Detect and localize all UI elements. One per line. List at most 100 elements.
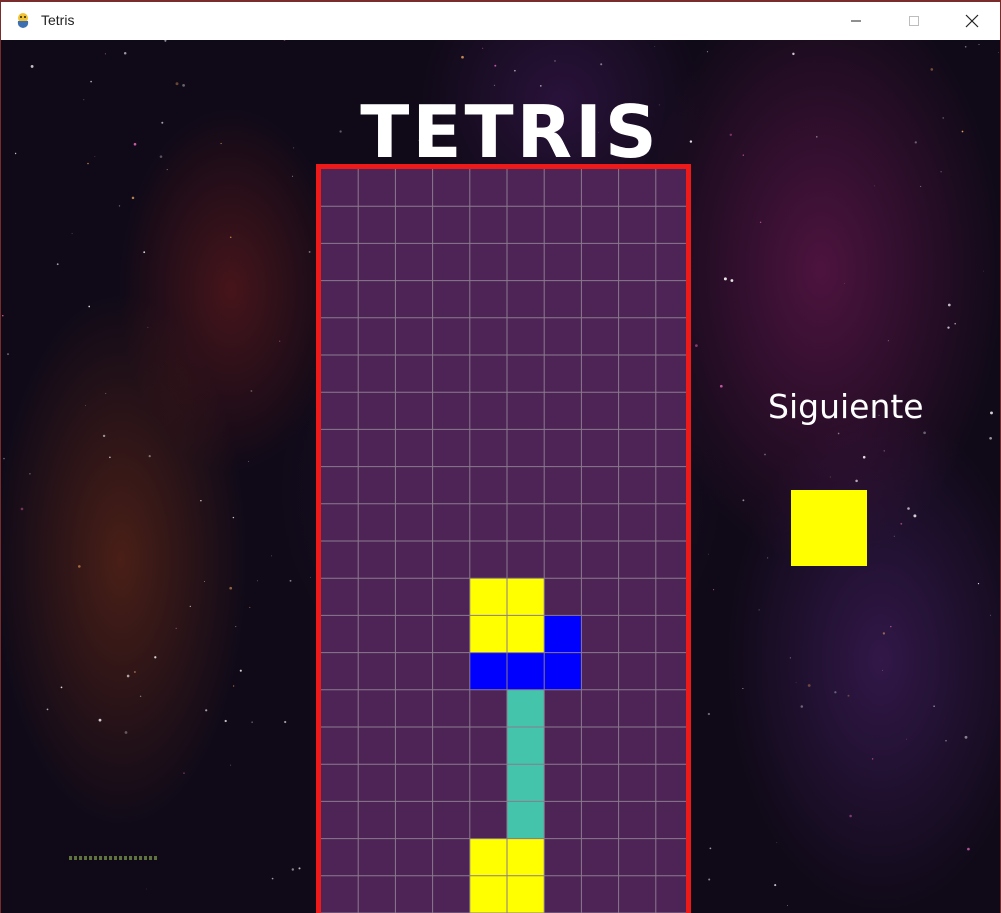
star — [855, 479, 858, 483]
board-block — [544, 652, 582, 690]
star — [298, 867, 301, 870]
star — [232, 685, 235, 687]
board-block — [507, 615, 545, 653]
star — [707, 553, 709, 555]
star — [30, 64, 34, 68]
star — [983, 270, 985, 272]
star — [200, 500, 202, 502]
star — [890, 625, 892, 628]
star — [131, 196, 135, 200]
star — [713, 589, 715, 591]
star — [807, 684, 811, 687]
star — [758, 609, 760, 611]
star — [251, 721, 253, 723]
star — [283, 40, 286, 41]
star — [843, 283, 845, 285]
star — [166, 169, 168, 171]
game-title: TETRIS — [360, 90, 660, 174]
star — [139, 695, 142, 698]
star — [271, 877, 274, 880]
star — [248, 461, 250, 462]
star — [109, 456, 111, 459]
next-piece-block — [791, 490, 867, 566]
minimize-icon — [851, 20, 861, 22]
star — [90, 80, 92, 83]
next-piece-preview — [791, 490, 867, 566]
next-piece-label: Siguiente — [768, 387, 924, 426]
star — [998, 52, 999, 53]
maximize-button[interactable] — [885, 2, 943, 40]
star — [230, 764, 232, 766]
star — [923, 431, 926, 435]
star — [871, 758, 874, 760]
star — [143, 251, 146, 254]
star — [990, 411, 993, 415]
star — [126, 674, 130, 678]
star — [554, 60, 556, 62]
star — [88, 305, 91, 308]
star — [930, 68, 934, 71]
star — [967, 847, 970, 851]
star — [249, 606, 251, 608]
star — [175, 627, 177, 630]
star — [654, 46, 656, 48]
star — [310, 576, 311, 578]
star — [279, 340, 281, 342]
star — [906, 738, 907, 740]
star — [837, 432, 840, 435]
game-canvas[interactable]: TETRIS Siguiente — [1, 40, 1000, 913]
pygame-snake-icon — [17, 13, 29, 28]
star — [600, 63, 603, 66]
star — [175, 82, 179, 86]
star — [947, 326, 950, 329]
star — [920, 185, 922, 187]
star — [787, 904, 789, 906]
star — [123, 52, 127, 55]
star — [229, 586, 233, 590]
close-button[interactable] — [943, 2, 1001, 40]
star — [46, 708, 49, 711]
star — [98, 718, 102, 722]
star — [20, 507, 24, 511]
board-block — [469, 578, 507, 616]
star — [232, 516, 235, 519]
board-block — [507, 652, 545, 690]
star — [514, 69, 516, 72]
star — [539, 85, 542, 87]
minimize-button[interactable] — [827, 2, 885, 40]
star — [183, 772, 185, 774]
board-block — [507, 727, 545, 765]
board-block — [507, 801, 545, 839]
tetris-board[interactable] — [316, 164, 691, 913]
background-decoration — [69, 856, 159, 860]
window-title: Tetris — [41, 12, 75, 28]
star — [146, 888, 147, 890]
star — [709, 847, 712, 850]
star — [849, 814, 852, 818]
star — [795, 681, 797, 683]
star — [494, 64, 497, 67]
star — [118, 205, 121, 207]
star — [764, 453, 766, 456]
star — [759, 221, 762, 224]
star — [900, 522, 903, 525]
star — [723, 277, 727, 281]
star — [271, 555, 272, 557]
star — [235, 626, 237, 628]
star — [102, 434, 106, 438]
star — [719, 384, 723, 388]
star — [308, 250, 311, 253]
star — [7, 353, 9, 356]
title-bar[interactable]: Tetris — [1, 2, 1000, 40]
board-block — [469, 875, 507, 913]
star — [874, 185, 875, 187]
star — [124, 731, 128, 734]
board-block — [507, 875, 545, 913]
star — [493, 84, 496, 87]
star — [77, 565, 81, 568]
star — [742, 687, 744, 690]
star — [947, 303, 951, 307]
board-block — [507, 838, 545, 876]
star — [289, 579, 292, 582]
star — [708, 878, 711, 881]
